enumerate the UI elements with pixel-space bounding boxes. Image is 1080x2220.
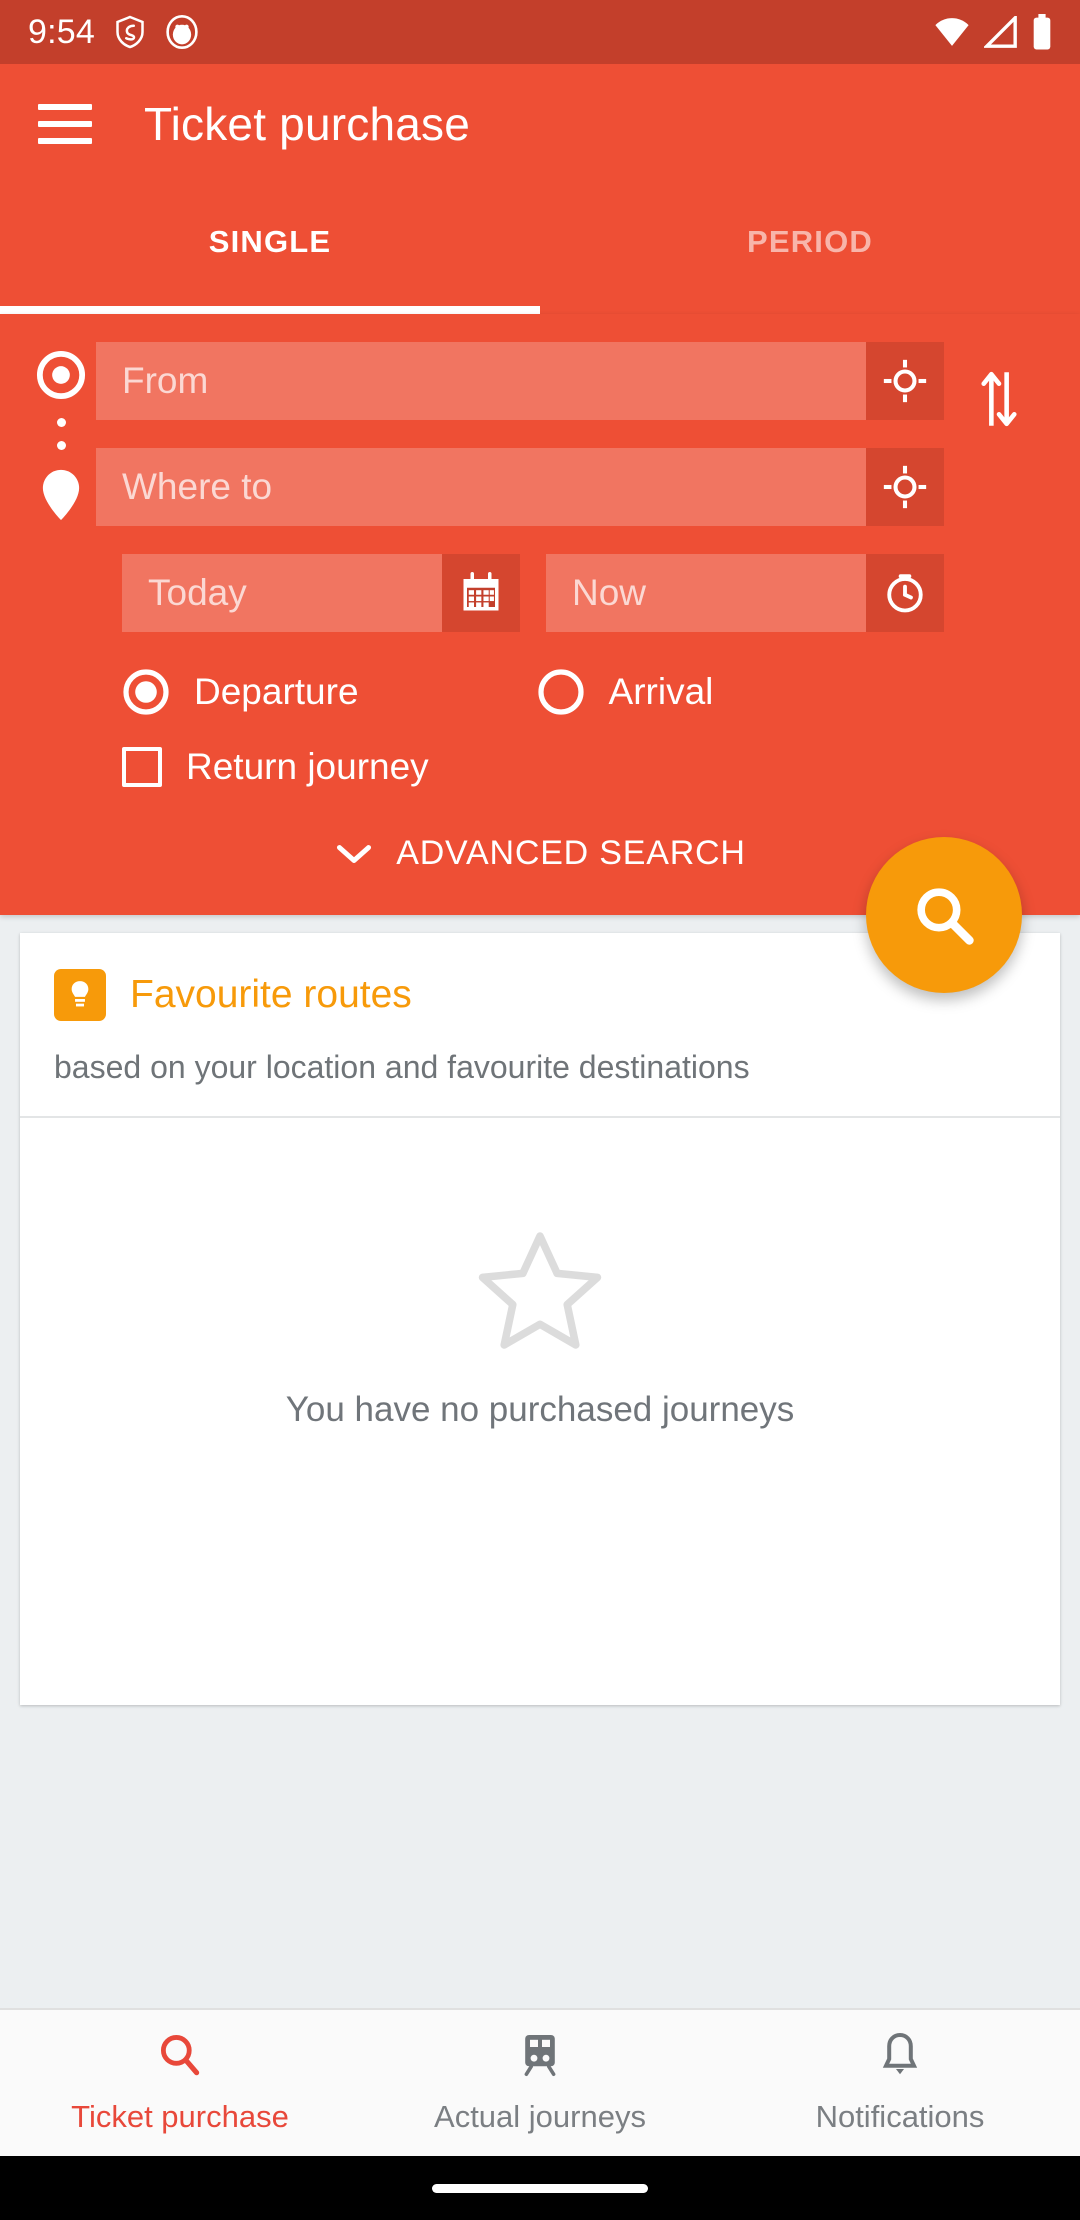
status-bar-left: 9:54 xyxy=(28,13,199,52)
where-to-field-row: Where to xyxy=(96,448,944,526)
radio-departure[interactable]: Departure xyxy=(122,668,359,716)
favourite-routes-empty-state: You have no purchased journeys xyxy=(20,1118,1060,1705)
destination-pin-icon xyxy=(42,469,80,521)
time-picker-button[interactable] xyxy=(866,554,944,632)
nav-label-ticket-purchase: Ticket purchase xyxy=(71,2099,289,2134)
date-time-row: Today Now xyxy=(0,554,1080,632)
return-journey-label: Return journey xyxy=(186,746,429,787)
status-bar-clock: 9:54 xyxy=(28,12,95,51)
calendar-icon xyxy=(463,572,499,611)
favourite-routes-title: Favourite routes xyxy=(130,973,412,1016)
swap-vertical-icon xyxy=(981,371,1017,427)
from-field-row: From xyxy=(96,342,944,420)
lightbulb-icon xyxy=(54,969,106,1021)
main-content: Favourite routes based on your location … xyxy=(0,915,1080,2008)
cellular-signal-icon xyxy=(984,16,1017,48)
search-icon xyxy=(160,2035,200,2076)
tab-active-indicator xyxy=(0,306,540,314)
app-bar: Ticket purchase xyxy=(0,64,1080,184)
train-icon xyxy=(524,2035,556,2077)
location-fields-row: From Where to xyxy=(0,314,1080,526)
clock-icon xyxy=(887,574,923,613)
origin-dot-icon xyxy=(36,350,86,400)
radio-unselected-icon xyxy=(537,669,584,715)
status-bar: 9:54 xyxy=(0,0,1080,64)
search-icon xyxy=(917,888,974,945)
app-screen: 9:54 Ticket purchase SINGLE PERIOD From … xyxy=(0,0,1080,2220)
tab-single[interactable]: SINGLE xyxy=(0,184,540,314)
chevron-down-icon xyxy=(337,844,372,863)
time-field-group: Now xyxy=(546,554,944,632)
home-gesture-pill[interactable] xyxy=(432,2183,648,2193)
from-gps-locate-button[interactable] xyxy=(866,342,944,420)
search-form: From Where to Today Now Departure Arriva… xyxy=(0,314,1080,993)
favourite-routes-card: Favourite routes based on your location … xyxy=(20,933,1060,1705)
time-input[interactable]: Now xyxy=(546,554,866,632)
page-title: Ticket purchase xyxy=(144,98,470,150)
shield-icon xyxy=(116,15,144,49)
system-gesture-bar xyxy=(0,2156,1080,2220)
date-field-group: Today xyxy=(122,554,520,632)
gps-locate-icon xyxy=(883,359,927,403)
radio-departure-label: Departure xyxy=(194,671,359,712)
lightbulb-glyph xyxy=(71,981,89,1007)
nav-item-actual-journeys[interactable]: Actual journeys xyxy=(360,2010,720,2156)
return-journey-checkbox-row[interactable]: Return journey xyxy=(0,746,1080,788)
empty-state-text: You have no purchased journeys xyxy=(285,1390,795,1429)
route-connector-dots xyxy=(56,418,66,450)
date-input[interactable]: Today xyxy=(122,554,442,632)
nav-item-notifications[interactable]: Notifications xyxy=(720,2010,1080,2156)
gps-locate-icon xyxy=(883,465,927,509)
tab-bar: SINGLE PERIOD xyxy=(0,184,1080,314)
departure-arrival-radio-group: Departure Arrival xyxy=(0,668,1080,716)
return-journey-checkbox[interactable] xyxy=(122,747,162,787)
app-badge-icon xyxy=(166,15,198,49)
where-to-gps-locate-button[interactable] xyxy=(866,448,944,526)
nav-label-notifications: Notifications xyxy=(815,2099,985,2134)
bell-icon xyxy=(882,2032,918,2075)
from-input[interactable]: From xyxy=(96,342,866,420)
nav-item-ticket-purchase[interactable]: Ticket purchase xyxy=(0,2010,360,2156)
star-outline-icon xyxy=(478,1232,602,1349)
radio-arrival[interactable]: Arrival xyxy=(537,668,714,716)
route-marker-column xyxy=(26,314,96,522)
radio-arrival-label: Arrival xyxy=(608,671,714,712)
search-fab-button[interactable] xyxy=(866,837,1022,993)
radio-selected-icon xyxy=(123,669,169,715)
bottom-navigation-bar: Ticket purchase Actual journeys Notifica… xyxy=(0,2008,1080,2156)
where-to-input[interactable]: Where to xyxy=(96,448,866,526)
tab-period[interactable]: PERIOD xyxy=(540,184,1080,314)
swap-endpoints-button[interactable] xyxy=(944,314,1054,430)
battery-icon xyxy=(1033,14,1051,50)
date-picker-button[interactable] xyxy=(442,554,520,632)
favourite-routes-subtitle: based on your location and favourite des… xyxy=(54,1049,750,1085)
advanced-search-label: ADVANCED SEARCH xyxy=(396,834,746,872)
status-bar-right xyxy=(934,14,1052,50)
favourite-routes-title-row: Favourite routes xyxy=(54,969,1026,1021)
hamburger-menu-icon[interactable] xyxy=(38,104,92,144)
wifi-icon xyxy=(935,18,969,46)
nav-label-actual-journeys: Actual journeys xyxy=(434,2099,646,2134)
location-inputs: From Where to xyxy=(96,314,944,526)
